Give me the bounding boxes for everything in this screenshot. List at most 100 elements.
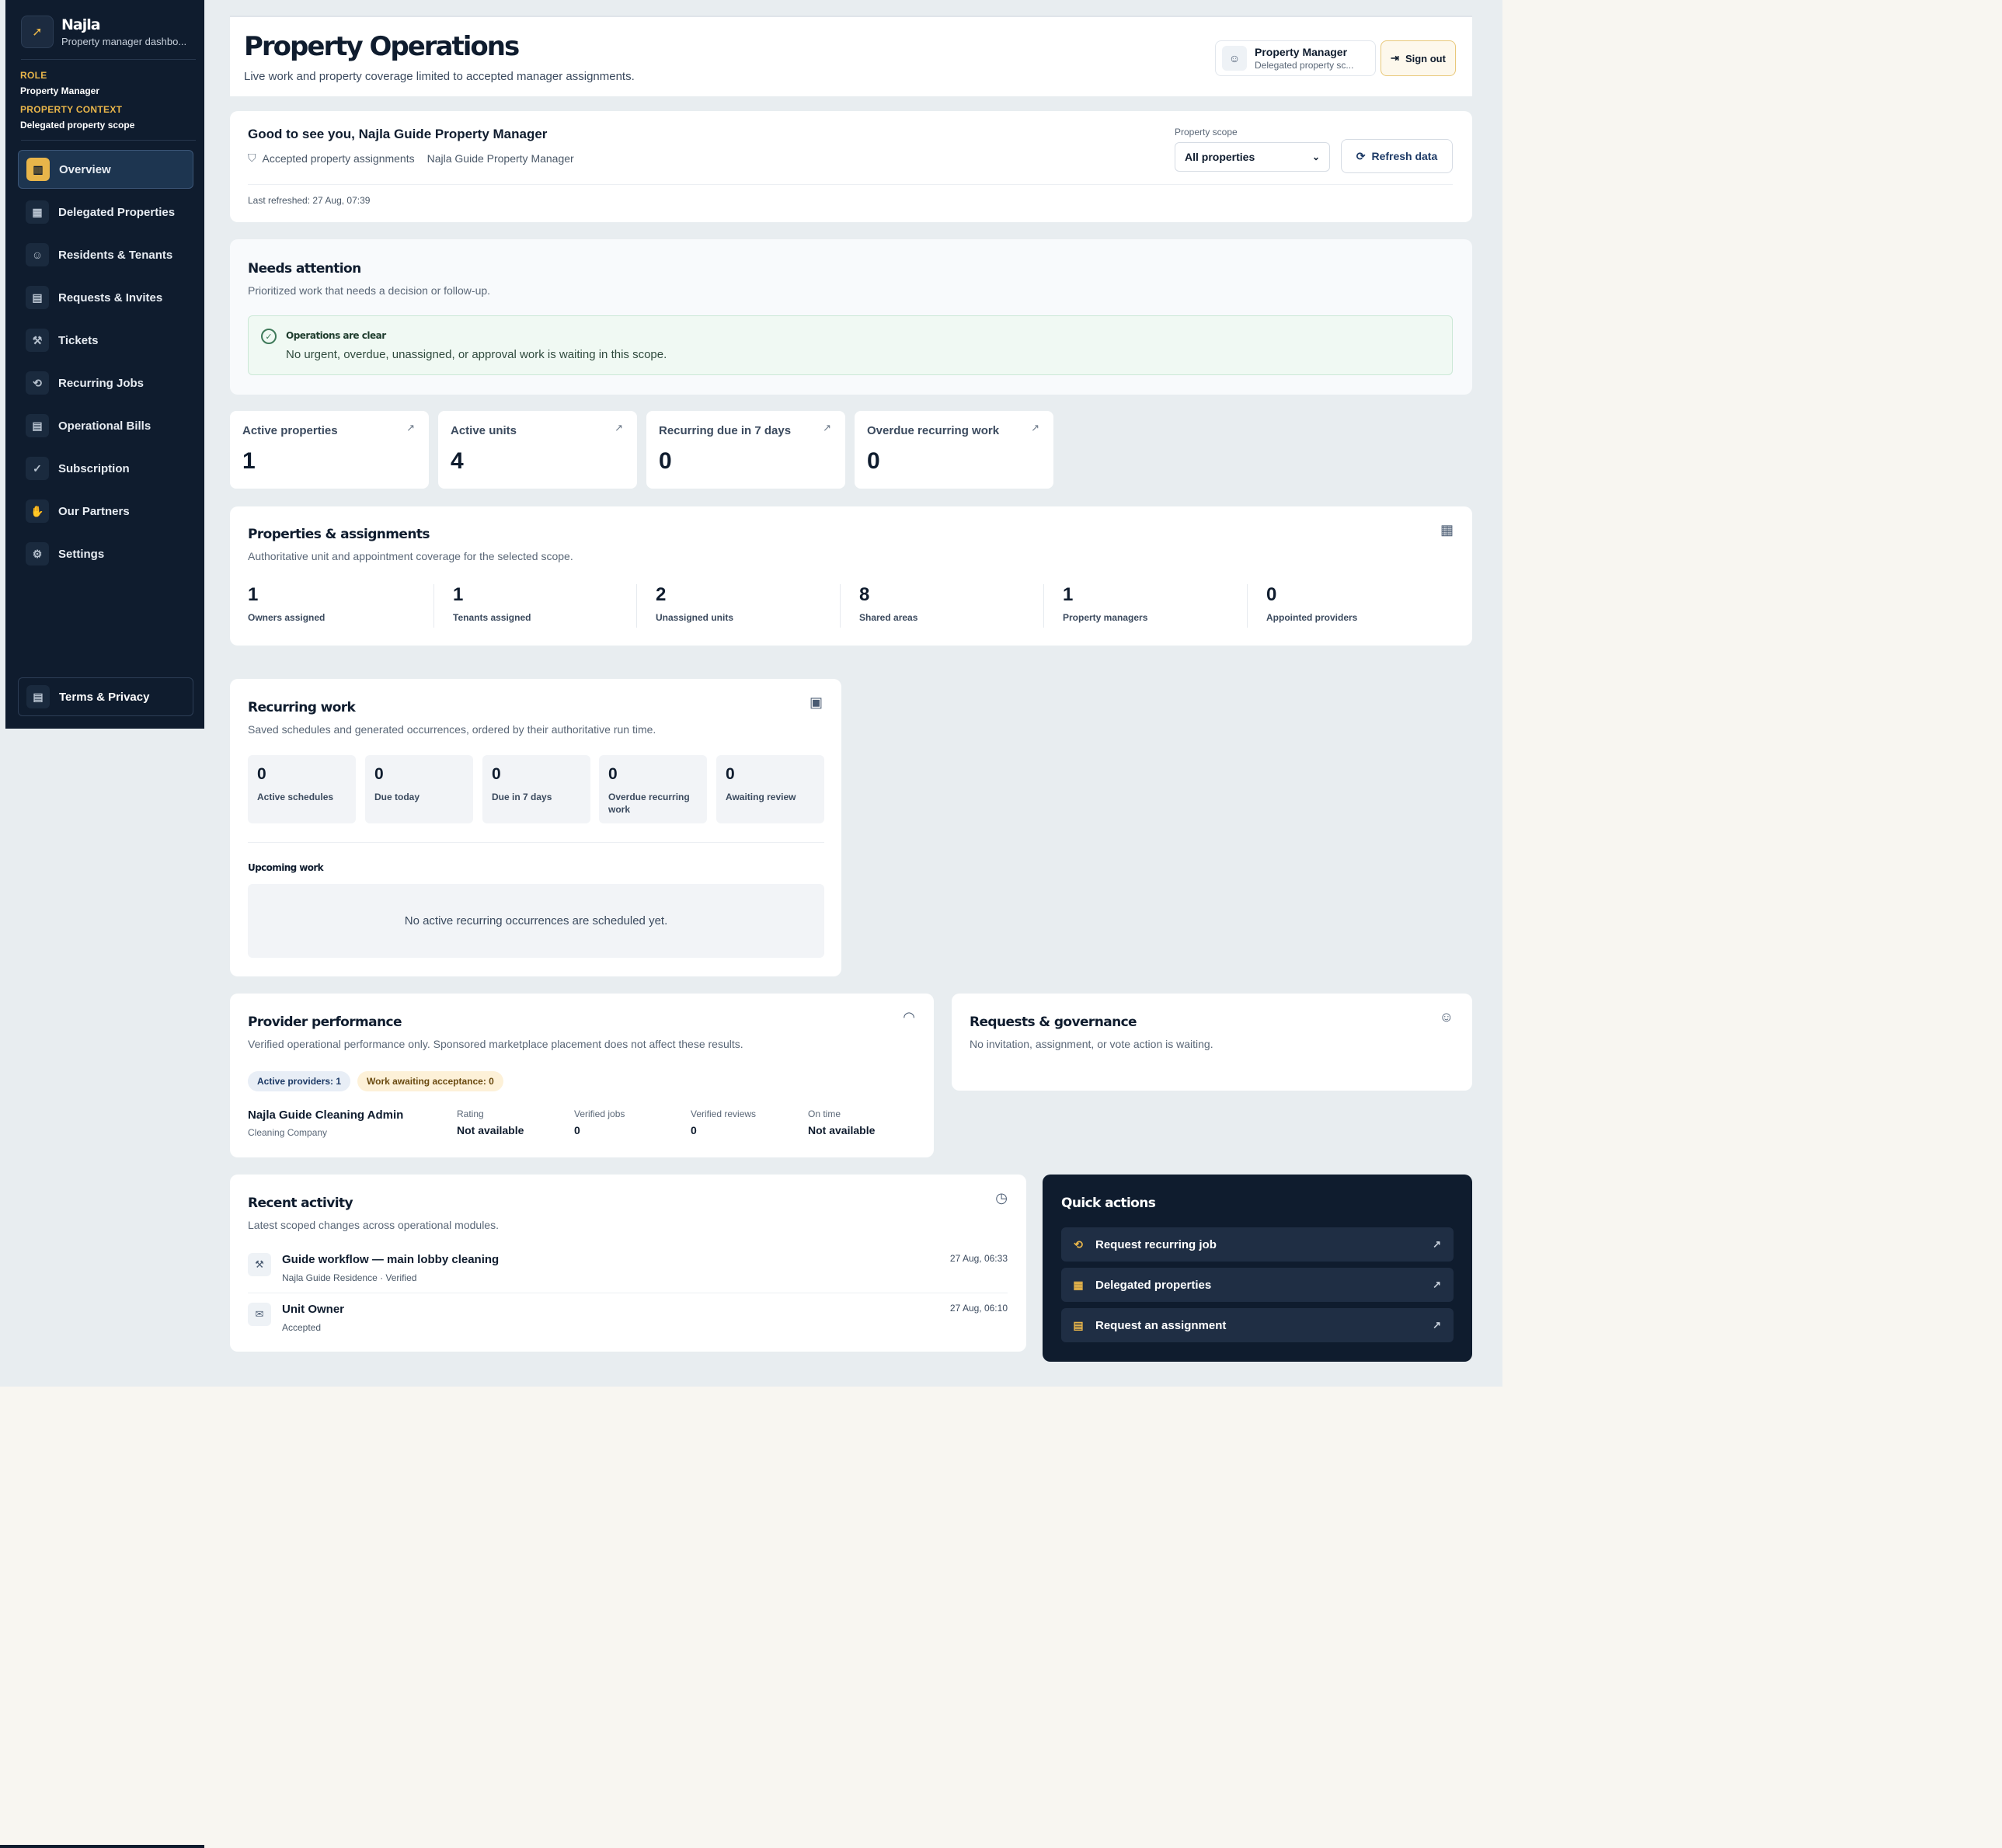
prop-value: 8: [859, 584, 870, 605]
calendar-clock-icon: ▣: [809, 694, 823, 710]
logo-icon: ➚: [21, 16, 54, 48]
provider-rating: Rating Not available: [457, 1108, 524, 1136]
provider-col-value: Not available: [808, 1124, 876, 1136]
bar-chart-icon: ▥: [26, 158, 50, 181]
rec-awaiting-review: 0 Awaiting review: [716, 755, 824, 823]
sidebar-divider: [21, 140, 196, 141]
delegated-properties-button[interactable]: ▦ Delegated properties ↗: [1061, 1268, 1454, 1302]
activity-row[interactable]: ⚒ Guide workflow — main lobby cleaning N…: [248, 1251, 1008, 1301]
arrow-up-right-icon: ↗: [1433, 1279, 1441, 1290]
provider-title: Provider performance: [248, 1014, 402, 1030]
user-icon: ☺: [1222, 46, 1247, 71]
divider: [248, 184, 1453, 185]
prop-appointed-providers: 0 Appointed providers: [1247, 584, 1450, 628]
request-recurring-job-button[interactable]: ⟲ Request recurring job ↗: [1061, 1227, 1454, 1262]
assignments-label: Accepted property assignments: [262, 151, 415, 165]
sidebar-item-settings[interactable]: ⚙ Settings: [18, 534, 193, 573]
recurring-subtitle: Saved schedules and generated occurrence…: [248, 723, 656, 736]
activity-row-title: Unit Owner: [282, 1303, 345, 1316]
prop-label: Tenants assigned: [453, 612, 531, 623]
building-icon: ▦: [1440, 522, 1454, 538]
receipt-icon: ▤: [26, 414, 49, 437]
user-name: Property Manager: [1255, 46, 1348, 58]
quick-action-label: Request recurring job: [1095, 1237, 1217, 1251]
prop-value: 1: [453, 584, 464, 605]
sidebar-item-operational-bills[interactable]: ▤ Operational Bills: [18, 406, 193, 445]
sidebar-item-residents-tenants[interactable]: ☺ Residents & Tenants: [18, 235, 193, 274]
rec-value: 0: [726, 765, 735, 783]
arrow-up-right-icon: ↗: [1433, 1238, 1441, 1250]
sidebar-item-our-partners[interactable]: ✋ Our Partners: [18, 492, 193, 531]
arrow-up-right-icon: ↗: [615, 422, 623, 433]
refresh-data-button[interactable]: ⟳ Refresh data: [1341, 139, 1453, 173]
check-circle-icon: ✓: [26, 457, 49, 480]
sidebar: ➚ Najla Property manager dashbo... ROLE …: [5, 0, 204, 729]
activity-row[interactable]: ✉ Unit Owner Accepted 27 Aug, 06:10: [248, 1301, 1008, 1351]
sidebar-item-delegated-properties[interactable]: ▦ Delegated Properties: [18, 193, 193, 231]
sign-out-button[interactable]: ⇥ Sign out: [1381, 40, 1456, 76]
terms-privacy-link[interactable]: ▤ Terms & Privacy: [18, 677, 193, 716]
request-assignment-button[interactable]: ▤ Request an assignment ↗: [1061, 1308, 1454, 1342]
stat-recurring-due[interactable]: Recurring due in 7 days 0 ↗: [646, 411, 845, 489]
activity-subtitle: Latest scoped changes across operational…: [248, 1219, 499, 1231]
sidebar-item-label: Tickets: [58, 333, 99, 347]
stat-active-properties[interactable]: Active properties 1 ↗: [230, 411, 429, 489]
needs-attention-title: Needs attention: [248, 261, 361, 277]
greeting-meta: ⛉ Accepted property assignments Najla Gu…: [248, 151, 574, 165]
sidebar-item-subscription[interactable]: ✓ Subscription: [18, 449, 193, 488]
sidebar-item-label: Recurring Jobs: [58, 376, 144, 390]
prop-value: 1: [248, 584, 259, 605]
sidebar-item-tickets[interactable]: ⚒ Tickets: [18, 321, 193, 360]
sidebar-item-label: Settings: [58, 547, 105, 561]
requests-governance-card: Requests & governance No invitation, ass…: [952, 994, 1472, 1091]
provider-type: Cleaning Company: [248, 1127, 328, 1138]
provider-col-label: Verified jobs: [574, 1108, 625, 1119]
sidebar-item-recurring-jobs[interactable]: ⟲ Recurring Jobs: [18, 364, 193, 402]
mail-icon: ✉: [248, 1303, 271, 1326]
stat-label: Overdue recurring work: [867, 424, 1000, 437]
gear-icon: ⚙: [26, 542, 49, 566]
refresh-icon: ⟳: [1356, 149, 1366, 162]
user-scope: Delegated property sc...: [1255, 60, 1354, 71]
provider-verified-reviews: Verified reviews 0: [691, 1108, 756, 1136]
prop-label: Owners assigned: [248, 612, 326, 623]
activity-row-time: 27 Aug, 06:10: [949, 1303, 1008, 1314]
stat-label: Active properties: [242, 424, 338, 437]
provider-verified-jobs: Verified jobs 0: [574, 1108, 625, 1136]
properties-title: Properties & assignments: [248, 527, 430, 542]
rec-value: 0: [608, 765, 618, 783]
page-header: Property Operations Live work and proper…: [230, 16, 1472, 96]
user-chip[interactable]: ☺ Property Manager Delegated property sc…: [1215, 40, 1376, 76]
stat-label: Active units: [451, 424, 517, 437]
page-title: Property Operations: [244, 31, 520, 62]
operations-clear-title: Operations are clear: [286, 330, 386, 341]
needs-attention-subtitle: Prioritized work that needs a decision o…: [248, 284, 491, 297]
prop-value: 2: [656, 584, 667, 605]
activity-row-sub: Accepted: [282, 1322, 322, 1333]
wrench-icon: ⚒: [26, 329, 49, 352]
sidebar-item-requests-invites[interactable]: ▤ Requests & Invites: [18, 278, 193, 317]
stat-active-units[interactable]: Active units 4 ↗: [438, 411, 637, 489]
users-icon: ☺: [1439, 1009, 1454, 1025]
repeat-icon: ⟲: [1074, 1237, 1083, 1251]
scope-selected-value: All properties: [1185, 151, 1255, 163]
clock-icon: ◷: [995, 1190, 1008, 1206]
quick-actions-title: Quick actions: [1061, 1195, 1156, 1211]
provider-col-label: On time: [808, 1108, 841, 1119]
quick-action-label: Delegated properties: [1095, 1278, 1212, 1292]
stat-value: 1: [242, 448, 256, 474]
check-circle-icon: ✓: [261, 329, 277, 344]
sidebar-item-label: Our Partners: [58, 504, 130, 518]
arrow-up-right-icon: ↗: [406, 422, 415, 433]
prop-tenants-assigned: 1 Tenants assigned: [433, 584, 637, 628]
property-scope-select[interactable]: All properties ⌄: [1175, 142, 1330, 172]
rec-value: 0: [492, 765, 501, 783]
prop-property-managers: 1 Property managers: [1043, 584, 1247, 628]
stat-value: 0: [659, 448, 672, 474]
upcoming-work-empty: No active recurring occurrences are sche…: [248, 884, 824, 958]
sign-out-icon: ⇥: [1391, 52, 1399, 64]
sidebar-item-overview[interactable]: ▥ Overview: [18, 150, 193, 189]
operations-clear-banner: ✓ Operations are clear No urgent, overdu…: [248, 315, 1453, 375]
stat-overdue-recurring[interactable]: Overdue recurring work 0 ↗: [855, 411, 1053, 489]
gauge-icon: ◠: [903, 1009, 915, 1025]
